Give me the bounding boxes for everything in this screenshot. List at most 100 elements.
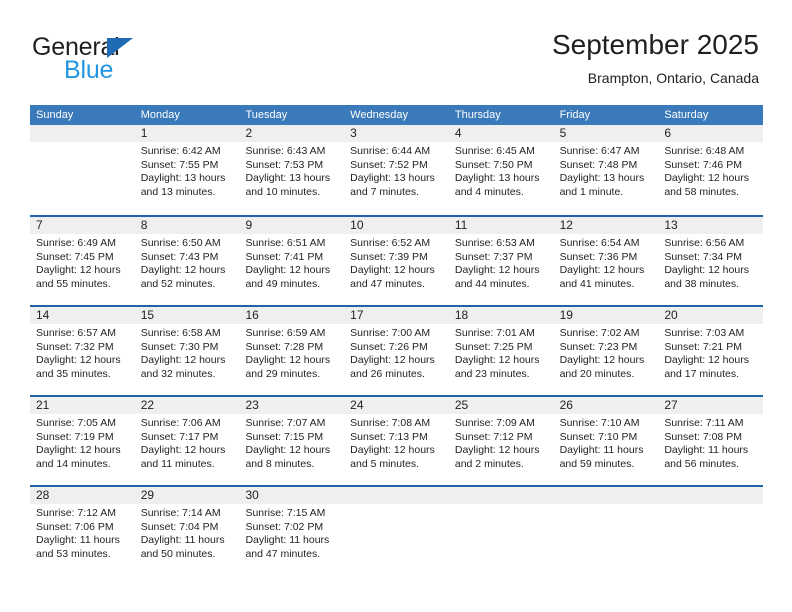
generalblue-logo[interactable]: General Blue	[32, 34, 252, 92]
sunset-text: Sunset: 7:12 PM	[454, 430, 533, 443]
day-cell-12[interactable]: 12 Sunrise: 6:54 AM Sunset: 7:36 PM Dayligh…	[553, 217, 659, 305]
sunrise-text: Sunrise: 7:06 AM	[140, 417, 221, 429]
day-number: 21	[36, 398, 50, 412]
day-details: Sunrise: 6:58 AM Sunset: 7:30 PM Daylight:…	[135, 324, 240, 381]
day-cell-24[interactable]: 24 Sunrise: 7:08 AM Sunset: 7:13 PM Dayligh…	[344, 397, 449, 485]
day-cell-3[interactable]: 3 Sunrise: 6:44 AM Sunset: 7:52 PM Daylight…	[344, 125, 449, 215]
day-number: 14	[36, 308, 50, 322]
day-cell-5[interactable]: 5 Sunrise: 6:47 AM Sunset: 7:48 PM Daylight…	[553, 125, 659, 215]
daylight-text-line1: Daylight: 11 hours	[559, 444, 644, 457]
daylight-text-line2: and 47 minutes.	[245, 547, 321, 560]
day-cell-10[interactable]: 10 Sunrise: 6:52 AM Sunset: 7:39 PM Dayligh…	[344, 217, 449, 305]
day-number-band: 7	[30, 217, 135, 234]
day-cell-28[interactable]: 28 Sunrise: 7:12 AM Sunset: 7:06 PM Dayligh…	[30, 487, 135, 575]
day-number-band	[30, 125, 135, 142]
weekday-header-row: Sunday Monday Tuesday Wednesday Thursday Frid…	[30, 105, 763, 125]
day-number-band	[448, 487, 554, 504]
day-number-band: 25	[448, 397, 554, 414]
day-cell-23[interactable]: 23 Sunrise: 7:07 AM Sunset: 7:15 PM Dayligh…	[239, 397, 345, 485]
day-number-band: 12	[553, 217, 659, 234]
sunrise-text: Sunrise: 7:10 AM	[559, 417, 640, 429]
calendar-week-row: 21 Sunrise: 7:05 AM Sunset: 7:19 PM Dayligh…	[30, 395, 764, 485]
day-number-band: 23	[239, 397, 345, 414]
daylight-text-line1: Daylight: 12 hours	[454, 354, 540, 367]
sunrise-text: Sunrise: 7:09 AM	[454, 417, 535, 429]
day-number-band: 27	[658, 397, 764, 414]
daylight-text-line2: and 50 minutes.	[140, 547, 216, 560]
day-cell-2[interactable]: 2 Sunrise: 6:43 AM Sunset: 7:53 PM Daylight…	[239, 125, 345, 215]
day-details: Sunrise: 7:11 AM Sunset: 7:08 PM Daylight:…	[658, 414, 763, 471]
day-number: 22	[140, 398, 155, 412]
sunset-text: Sunset: 7:52 PM	[350, 158, 428, 171]
daylight-text-line1: Daylight: 13 hours	[350, 172, 435, 185]
weekday-header-friday: Friday	[559, 109, 591, 121]
day-cell-29[interactable]: 29 Sunrise: 7:14 AM Sunset: 7:04 PM Dayligh…	[134, 487, 240, 575]
day-cell-17[interactable]: 17 Sunrise: 7:00 AM Sunset: 7:26 PM Dayligh…	[344, 307, 449, 395]
daylight-text-line1: Daylight: 12 hours	[245, 354, 331, 367]
day-number-band: 3	[344, 125, 449, 142]
day-cell-21[interactable]: 21 Sunrise: 7:05 AM Sunset: 7:19 PM Dayligh…	[30, 397, 135, 485]
day-number: 26	[559, 398, 573, 412]
day-cell-7[interactable]: 7 Sunrise: 6:49 AM Sunset: 7:45 PM Daylight…	[30, 217, 135, 305]
day-number: 29	[140, 488, 155, 502]
day-cell-empty	[30, 125, 135, 215]
daylight-text-line2: and 8 minutes.	[245, 457, 315, 470]
calendar-week-row: 7 Sunrise: 6:49 AM Sunset: 7:45 PM Daylight…	[30, 215, 764, 305]
day-cell-19[interactable]: 19 Sunrise: 7:02 AM Sunset: 7:23 PM Dayligh…	[553, 307, 659, 395]
daylight-text-line2: and 17 minutes.	[664, 367, 740, 380]
day-number: 17	[350, 308, 364, 322]
day-details: Sunrise: 6:42 AM Sunset: 7:55 PM Daylight:…	[135, 142, 240, 199]
daylight-text-line1: Daylight: 12 hours	[36, 264, 121, 277]
day-cell-6[interactable]: 6 Sunrise: 6:48 AM Sunset: 7:46 PM Daylight…	[658, 125, 764, 215]
day-details: Sunrise: 7:01 AM Sunset: 7:25 PM Daylight:…	[449, 324, 554, 381]
sunrise-text: Sunrise: 7:05 AM	[36, 417, 116, 429]
day-cell-20[interactable]: 20 Sunrise: 7:03 AM Sunset: 7:21 PM Dayligh…	[658, 307, 764, 395]
sunrise-text: Sunrise: 7:01 AM	[454, 327, 535, 339]
sunrise-text: Sunrise: 6:57 AM	[36, 327, 116, 339]
daylight-text-line1: Daylight: 13 hours	[140, 172, 226, 185]
day-cell-8[interactable]: 8 Sunrise: 6:50 AM Sunset: 7:43 PM Daylight…	[134, 217, 240, 305]
day-number: 7	[36, 218, 43, 232]
day-cell-1[interactable]: 1 Sunrise: 6:42 AM Sunset: 7:55 PM Daylight…	[134, 125, 240, 215]
day-cell-4[interactable]: 4 Sunrise: 6:45 AM Sunset: 7:50 PM Daylight…	[448, 125, 554, 215]
day-details: Sunrise: 6:49 AM Sunset: 7:45 PM Daylight:…	[30, 234, 135, 291]
daylight-text-line2: and 55 minutes.	[36, 277, 111, 290]
day-cell-18[interactable]: 18 Sunrise: 7:01 AM Sunset: 7:25 PM Dayligh…	[448, 307, 554, 395]
day-number-band: 11	[448, 217, 554, 234]
day-number-band: 28	[30, 487, 135, 504]
day-cell-30[interactable]: 30 Sunrise: 7:15 AM Sunset: 7:02 PM Dayligh…	[239, 487, 345, 575]
day-cell-13[interactable]: 13 Sunrise: 6:56 AM Sunset: 7:34 PM Dayligh…	[658, 217, 764, 305]
day-cell-22[interactable]: 22 Sunrise: 7:06 AM Sunset: 7:17 PM Dayligh…	[134, 397, 240, 485]
calendar-week-row: 28 Sunrise: 7:12 AM Sunset: 7:06 PM Dayligh…	[30, 485, 764, 575]
day-number: 18	[454, 308, 469, 322]
day-cell-empty	[658, 487, 764, 575]
daylight-text-line2: and 58 minutes.	[664, 185, 740, 198]
daylight-text-line2: and 10 minutes.	[245, 185, 321, 198]
page-header: General Blue September 2025 Brampton, On…	[0, 0, 792, 104]
day-cell-11[interactable]: 11 Sunrise: 6:53 AM Sunset: 7:37 PM Dayligh…	[448, 217, 554, 305]
day-cell-16[interactable]: 16 Sunrise: 6:59 AM Sunset: 7:28 PM Dayligh…	[239, 307, 345, 395]
day-cell-15[interactable]: 15 Sunrise: 6:58 AM Sunset: 7:30 PM Dayligh…	[134, 307, 240, 395]
day-cell-empty	[448, 487, 554, 575]
daylight-text-line2: and 1 minute.	[559, 185, 624, 198]
day-cell-27[interactable]: 27 Sunrise: 7:11 AM Sunset: 7:08 PM Dayligh…	[658, 397, 764, 485]
day-number-band: 20	[658, 307, 764, 324]
sunset-text: Sunset: 7:34 PM	[664, 250, 742, 263]
sunset-text: Sunset: 7:15 PM	[245, 430, 324, 443]
daylight-text-line2: and 23 minutes.	[454, 367, 530, 380]
day-cell-9[interactable]: 9 Sunrise: 6:51 AM Sunset: 7:41 PM Daylight…	[239, 217, 345, 305]
day-cell-26[interactable]: 26 Sunrise: 7:10 AM Sunset: 7:10 PM Dayligh…	[553, 397, 659, 485]
day-number: 27	[664, 398, 678, 412]
daylight-text-line1: Daylight: 11 hours	[36, 534, 120, 547]
day-number-band: 10	[344, 217, 449, 234]
sunrise-text: Sunrise: 6:58 AM	[140, 327, 221, 339]
day-number-band: 18	[448, 307, 554, 324]
sunset-text: Sunset: 7:06 PM	[36, 520, 114, 533]
day-cell-25[interactable]: 25 Sunrise: 7:09 AM Sunset: 7:12 PM Dayligh…	[448, 397, 554, 485]
daylight-text-line2: and 44 minutes.	[454, 277, 530, 290]
day-cell-14[interactable]: 14 Sunrise: 6:57 AM Sunset: 7:32 PM Dayligh…	[30, 307, 135, 395]
day-number-band: 22	[134, 397, 240, 414]
day-details: Sunrise: 7:14 AM Sunset: 7:04 PM Daylight:…	[135, 504, 240, 561]
sunrise-text: Sunrise: 6:42 AM	[140, 145, 221, 157]
day-number: 5	[559, 126, 567, 140]
